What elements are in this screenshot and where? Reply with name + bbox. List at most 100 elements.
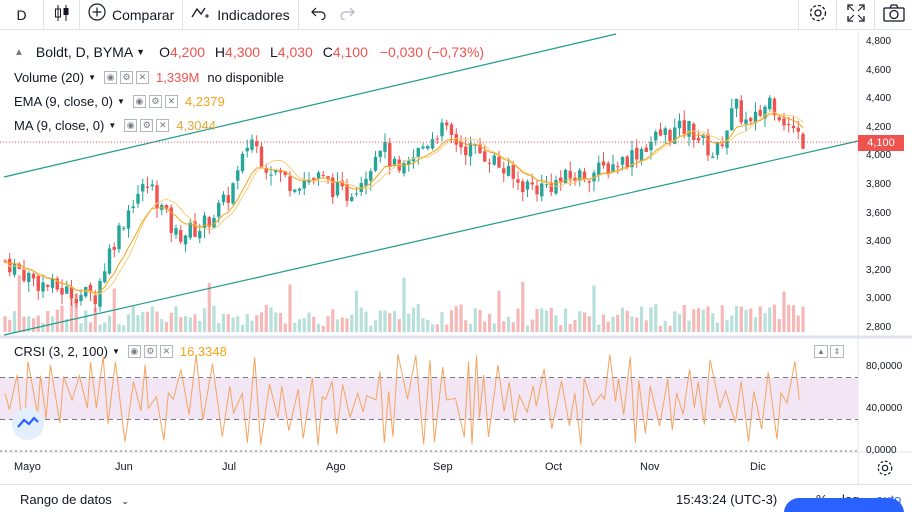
ema-line <box>4 113 804 294</box>
volume-bar <box>734 305 739 332</box>
volume-bar <box>601 314 606 332</box>
volume-bar <box>274 312 278 332</box>
volume-bar <box>464 320 468 332</box>
indicators-button[interactable]: Indicadores <box>183 0 299 30</box>
redo-icon <box>339 6 355 23</box>
candle-body <box>540 183 544 197</box>
volume-bar <box>12 311 17 332</box>
candle-body <box>293 189 297 192</box>
crsi-tick-label: 0,0000 <box>866 445 897 456</box>
fullscreen-button[interactable] <box>836 0 874 30</box>
candle-body <box>198 231 202 239</box>
candle-body <box>734 98 739 109</box>
volume-label[interactable]: Volume (20) <box>14 70 84 85</box>
close-icon[interactable]: ✕ <box>136 71 150 84</box>
ma-label[interactable]: MA (9, close, 0) <box>14 118 104 133</box>
settings-button[interactable] <box>798 0 836 30</box>
volume-bar <box>411 307 416 332</box>
volume-bar <box>259 312 264 332</box>
volume-bar <box>768 307 772 332</box>
indicators-label: Indicadores <box>217 6 290 23</box>
pane-down-button[interactable]: ⇕ <box>830 345 844 358</box>
interval-button[interactable]: D <box>0 0 44 30</box>
volume-bar <box>606 321 610 332</box>
gear-icon[interactable]: ⚙ <box>120 71 134 84</box>
gear-icon[interactable]: ⚙ <box>143 345 157 358</box>
close-icon[interactable]: ✕ <box>164 95 178 108</box>
candle-body <box>217 202 221 217</box>
chart-type-button[interactable] <box>44 0 80 30</box>
chevron-down-icon[interactable]: ▼ <box>112 347 120 356</box>
candle-body <box>777 117 781 121</box>
candle-body <box>179 230 183 242</box>
candle-body <box>525 181 530 190</box>
date-range-button[interactable]: Rango de datos ⌄ <box>20 492 129 507</box>
volume-bar <box>31 318 36 332</box>
crsi-label[interactable]: CRSI (3, 2, 100) <box>14 344 108 359</box>
volume-bar <box>582 312 587 332</box>
chevron-down-icon[interactable]: ▼ <box>108 121 116 130</box>
volume-bar <box>383 310 387 332</box>
compare-button[interactable]: Comparar <box>80 0 184 30</box>
candle-body <box>654 131 658 141</box>
volume-bar <box>535 309 539 332</box>
candle-body <box>440 122 444 137</box>
screenshot-button[interactable] <box>874 0 912 30</box>
close-icon[interactable]: ✕ <box>156 119 170 132</box>
candle-body <box>259 146 264 167</box>
volume-bar <box>440 312 444 332</box>
undo-button[interactable] <box>299 0 333 30</box>
volume-bar <box>359 307 363 332</box>
volume-bar <box>587 316 591 332</box>
candle-body <box>136 193 140 204</box>
volume-bar <box>354 290 359 332</box>
time-tick-label: Dic <box>750 461 766 473</box>
axis-settings-button[interactable] <box>876 459 896 479</box>
candle-body <box>568 171 572 179</box>
compare-label: Comparar <box>112 6 175 23</box>
candle-body <box>521 181 525 192</box>
clock[interactable]: 15:43:24 (UTC-3) <box>676 492 777 507</box>
pane-up-button[interactable]: ▲ <box>814 345 828 358</box>
gear-icon[interactable]: ⚙ <box>148 95 162 108</box>
volume-bar <box>402 277 406 332</box>
eye-icon[interactable]: ◉ <box>124 119 138 132</box>
eye-icon[interactable]: ◉ <box>104 71 118 84</box>
volume-bar <box>145 311 150 332</box>
time-tick-label: Jul <box>222 461 237 473</box>
volume-bar <box>264 304 268 332</box>
volume-bar <box>141 312 145 332</box>
volume-bar <box>630 316 634 332</box>
volume-bar <box>217 323 221 332</box>
eye-icon[interactable]: ◉ <box>132 95 146 108</box>
volume-bar <box>88 322 93 332</box>
symbol-title[interactable]: Boldt, D, BYMA <box>36 44 133 60</box>
chevron-down-icon[interactable]: ▼ <box>117 97 125 106</box>
ma-line <box>4 110 804 296</box>
chevron-down-icon[interactable]: ▼ <box>136 47 145 57</box>
crsi-legend: CRSI (3, 2, 100) ▼ ◉ ⚙ ✕ 16,3348 <box>14 344 227 359</box>
volume-extra: no disponible <box>207 70 285 85</box>
candle-body <box>93 295 97 305</box>
volume-bar <box>335 319 340 332</box>
volume-bar <box>60 305 64 332</box>
price-tick-label: 4,600 <box>866 64 892 76</box>
close-icon[interactable]: ✕ <box>159 345 173 358</box>
chat-widget[interactable] <box>784 498 904 512</box>
ema-label[interactable]: EMA (9, close, 0) <box>14 94 113 109</box>
volume-bar <box>473 308 477 332</box>
candle-body <box>658 129 663 136</box>
candle-body <box>677 120 682 129</box>
candle-body <box>687 121 691 137</box>
volume-bar <box>530 319 534 332</box>
volume-bar <box>620 307 625 332</box>
redo-button[interactable] <box>333 0 361 30</box>
main-legend: ▲ Boldt, D, BYMA ▼ O4,200 H4,300 L4,030 … <box>14 44 484 60</box>
volume-bar <box>240 324 245 332</box>
volume-bar <box>749 308 753 332</box>
eye-icon[interactable]: ◉ <box>127 345 141 358</box>
gear-icon[interactable]: ⚙ <box>140 119 154 132</box>
tradingview-logo[interactable] <box>12 408 44 440</box>
chevron-down-icon[interactable]: ▼ <box>88 73 96 82</box>
legend-collapse-icon[interactable]: ▲ <box>14 47 24 58</box>
